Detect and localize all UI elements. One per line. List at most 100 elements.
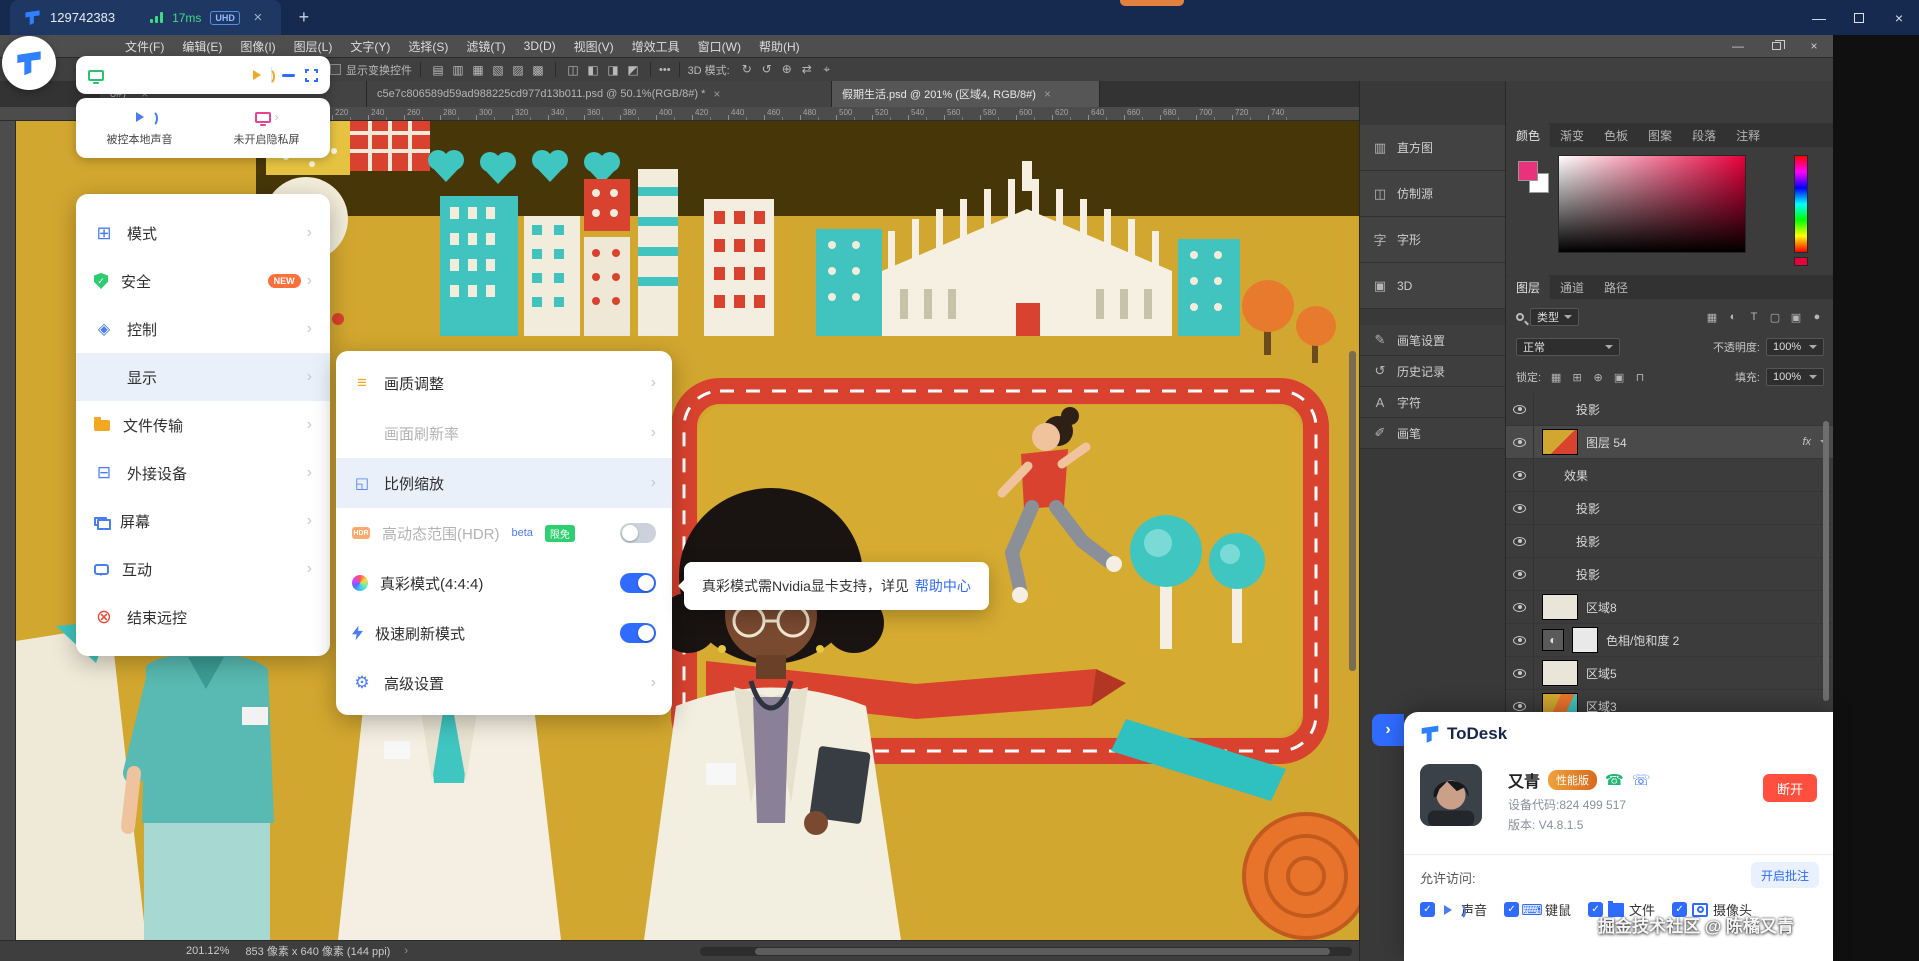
lock-icon[interactable]: ⊓	[1633, 371, 1647, 384]
todesk-menu-item[interactable]: 外接设备›	[76, 449, 330, 497]
mask-thumbnail[interactable]	[1572, 627, 1598, 653]
panel-tab[interactable]: 段落	[1682, 123, 1726, 147]
annotate-button[interactable]: 开启批注	[1751, 862, 1819, 888]
todesk-menu-item[interactable]: 显示›	[76, 353, 330, 401]
document-close-icon[interactable]: ×	[713, 87, 720, 101]
ps-close-button[interactable]: ×	[1795, 35, 1833, 57]
todesk-menu-item[interactable]: 互动›	[76, 545, 330, 593]
align-icon[interactable]: ▦	[469, 63, 487, 77]
disconnect-button[interactable]: 断开	[1763, 774, 1817, 802]
panel-rail-button[interactable]: 字字形	[1360, 217, 1506, 263]
ps-menu-item[interactable]: 编辑(E)	[173, 35, 231, 57]
panel-tab[interactable]: 图案	[1638, 123, 1682, 147]
layers-scrollbar[interactable]	[1823, 421, 1829, 701]
adjustment-icon[interactable]: ◐	[1542, 629, 1564, 651]
lock-icon[interactable]: ▦	[1549, 371, 1563, 384]
document-tab[interactable]: 假期生活.psd @ 201% (区域4, RGB/8#)×	[832, 81, 1100, 107]
new-tab-button[interactable]: +	[295, 7, 313, 28]
visibility-toggle[interactable]	[1506, 591, 1534, 623]
blend-mode-select[interactable]: 正常	[1516, 338, 1620, 356]
ps-menu-item[interactable]: 滤镜(T)	[457, 35, 514, 57]
ps-menu-item[interactable]: 增效工具	[623, 35, 689, 57]
display-submenu-item[interactable]: 高级设置›	[336, 658, 672, 708]
help-center-link[interactable]: 帮助中心	[915, 576, 971, 596]
panel-tab[interactable]: 路径	[1594, 275, 1638, 299]
align-icon[interactable]: ▥	[449, 63, 467, 77]
hue-slider[interactable]	[1794, 155, 1808, 253]
ps-menu-item[interactable]: 文字(Y)	[341, 35, 399, 57]
lock-icon[interactable]: ▣	[1612, 371, 1626, 384]
ps-menu-item[interactable]: 选择(S)	[399, 35, 457, 57]
panel-tab[interactable]: 通道	[1550, 275, 1594, 299]
layer-filter-icon[interactable]: ▦	[1705, 311, 1719, 324]
panel-rail-button[interactable]: ✐画笔	[1360, 418, 1506, 449]
panel-tab[interactable]: 图层	[1506, 275, 1550, 299]
layer-row[interactable]: ◐色相/饱和度 2	[1506, 624, 1834, 657]
call-icon[interactable]: ☏	[1632, 771, 1651, 789]
fullscreen-icon[interactable]	[305, 69, 318, 82]
threed-mode-icon[interactable]: ⊕	[778, 62, 796, 77]
ps-menu-item[interactable]: 3D(D)	[515, 35, 565, 57]
scrollbar-thumb[interactable]	[755, 948, 1330, 955]
visibility-toggle[interactable]	[1506, 459, 1534, 491]
layer-filter-icon[interactable]: ◐	[1726, 311, 1740, 324]
layer-row[interactable]: 效果	[1506, 459, 1834, 492]
display-submenu-item[interactable]: 画面刷新率›	[336, 408, 672, 458]
align-icon[interactable]: ▧	[489, 63, 507, 77]
layer-filter-icon[interactable]: T	[1747, 311, 1761, 324]
layer-row[interactable]: 投影	[1506, 393, 1834, 426]
vertical-ruler[interactable]	[0, 121, 16, 940]
screen-select-icon[interactable]	[88, 70, 104, 81]
permission-checkbox[interactable]	[1504, 902, 1519, 917]
layer-filter-icon[interactable]: ●	[1810, 311, 1824, 324]
visibility-toggle[interactable]	[1506, 525, 1534, 557]
toggle-switch[interactable]	[620, 523, 656, 543]
visibility-toggle[interactable]	[1506, 558, 1534, 590]
todesk-menu-item[interactable]: 结束远控	[76, 593, 330, 641]
show-transform-checkbox[interactable]	[330, 64, 341, 75]
zoom-level[interactable]: 201.12%	[186, 945, 229, 957]
layer-row[interactable]: 投影	[1506, 525, 1834, 558]
status-chevron-icon[interactable]: ›	[404, 945, 408, 957]
foreground-color-swatch[interactable]	[1518, 161, 1538, 181]
threed-mode-icon[interactable]: ↺	[758, 62, 776, 77]
permission-checkbox[interactable]	[1588, 902, 1603, 917]
panel-tab[interactable]: 颜色	[1506, 123, 1550, 147]
align-icon[interactable]: ▩	[529, 63, 547, 77]
toggle-switch[interactable]	[620, 573, 656, 593]
panel-collapse-tab[interactable]: ›	[1372, 714, 1404, 746]
display-submenu-item[interactable]: 高动态范围(HDR)beta限免	[336, 508, 672, 558]
permission-item[interactable]: 声音	[1420, 900, 1487, 919]
todesk-menu-item[interactable]: 文件传输›	[76, 401, 330, 449]
avatar[interactable]	[1420, 764, 1482, 826]
display-submenu-item[interactable]: 画质调整›	[336, 358, 672, 408]
ps-menu-item[interactable]: 文件(F)	[116, 35, 173, 57]
panel-rail-button[interactable]: ✎画笔设置	[1360, 325, 1506, 356]
visibility-toggle[interactable]	[1506, 393, 1534, 425]
ps-menu-item[interactable]: 帮助(H)	[750, 35, 809, 57]
todesk-menu-item[interactable]: 模式›	[76, 209, 330, 257]
todesk-menu-item[interactable]: 控制›	[76, 305, 330, 353]
panel-rail-button[interactable]: ▣3D	[1360, 263, 1506, 309]
panel-rail-button[interactable]: ◫仿制源	[1360, 171, 1506, 217]
ps-menu-item[interactable]: 窗口(W)	[689, 35, 750, 57]
layer-row[interactable]: 投影	[1506, 558, 1834, 591]
layer-row[interactable]: 投影	[1506, 492, 1834, 525]
ps-menu-item[interactable]: 图层(L)	[285, 35, 342, 57]
ps-menu-item[interactable]: 图像(I)	[231, 35, 284, 57]
layer-row[interactable]: 图层 54fx	[1506, 426, 1834, 459]
opacity-select[interactable]: 100%	[1766, 338, 1824, 356]
permission-item[interactable]: 文件	[1588, 900, 1655, 919]
document-tab[interactable]: c5e7c806589d59ad988225cd977d13b011.psd @…	[367, 81, 832, 107]
panel-rail-button[interactable]: A字符	[1360, 387, 1506, 418]
visibility-toggle[interactable]	[1506, 426, 1534, 458]
tab-close-button[interactable]: ×	[249, 9, 267, 26]
saturation-brightness-picker[interactable]	[1558, 155, 1746, 253]
layer-thumbnail[interactable]	[1542, 429, 1578, 455]
panel-rail-button[interactable]: ▥直方图	[1360, 125, 1506, 171]
fill-select[interactable]: 100%	[1766, 368, 1824, 386]
align-icon[interactable]: ▨	[509, 63, 527, 77]
document-close-icon[interactable]: ×	[1044, 87, 1051, 101]
display-submenu-item[interactable]: 比例缩放›	[336, 458, 672, 508]
distribute-icon[interactable]: ◧	[584, 63, 602, 77]
